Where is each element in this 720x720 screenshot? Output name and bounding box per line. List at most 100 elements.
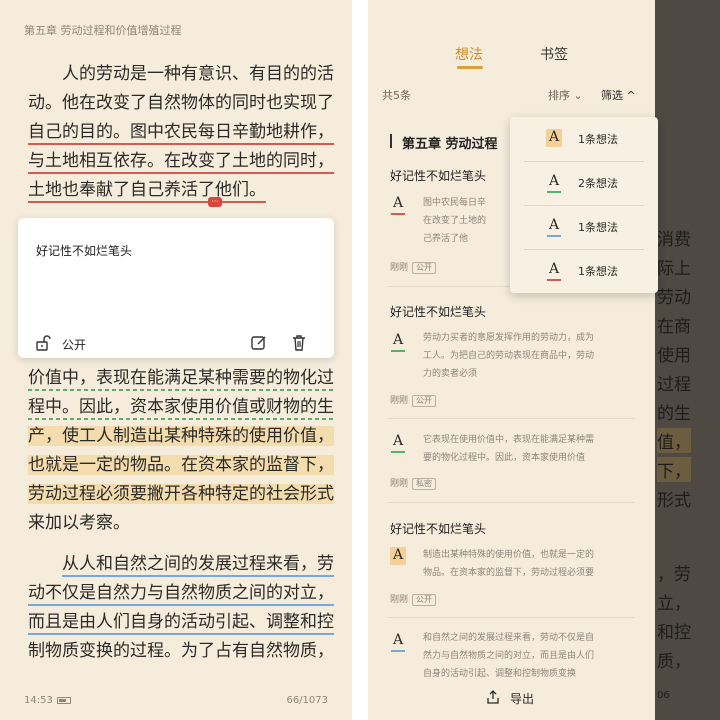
- status-time: 14:53: [24, 695, 71, 706]
- note-title[interactable]: 好记性不如烂笔头: [390, 520, 486, 537]
- note-excerpt[interactable]: 制造出某种特殊的使用价值，也就是一定的 物品。在资本家的监督下，劳动过程必须要: [423, 546, 635, 582]
- trash-icon[interactable]: [290, 334, 308, 352]
- notes-panel: 想法 书签 共5条 排序 ⌄ 筛选 ^ 第五章 劳动过程 好记性不如烂笔头 A …: [368, 0, 655, 720]
- background-text: 过程: [657, 375, 691, 395]
- note-meta: 刚刚 私密: [390, 476, 437, 490]
- note-meta: 刚刚 公开: [390, 393, 437, 407]
- note-style-icon: A: [390, 433, 406, 453]
- chevron-up-icon: ^: [626, 89, 636, 102]
- excerpt-line: 和自然之间的发展过程来看，劳动不仅是自: [423, 633, 595, 643]
- text-line: 人的劳动是一种有意识、有目的的活: [62, 64, 334, 84]
- background-text: 质，: [657, 652, 691, 672]
- excerpt-line: 物品。在资本家的监督下，劳动过程必须要: [423, 568, 595, 578]
- note-excerpt[interactable]: 和自然之间的发展过程来看，劳动不仅是自 然力与自然物质之间的对立，而且是由人们 …: [423, 629, 635, 683]
- underlined-text[interactable]: 自己的目的。图中农民每日辛勤地耕作，: [28, 122, 334, 145]
- underlined-text[interactable]: 价值中，表现在能满足某种需要的物化过: [28, 368, 334, 391]
- paragraph-2[interactable]: 价值中，表现在能满足某种需要的物化过 程中。因此，资本家使用价值或财物的生 产，…: [28, 364, 334, 538]
- export-icon: [487, 690, 499, 704]
- text-line: 土地也奉献了自己养活了他们。: [28, 176, 328, 205]
- visibility-label[interactable]: 公开: [62, 336, 86, 353]
- note-excerpt[interactable]: 它表现在使用价值中，表现在能满足某种需 要的物化过程中。因此，资本家使用价值: [423, 431, 635, 467]
- note-time: 刚刚: [390, 263, 409, 273]
- style-blue-underline-icon: A: [546, 217, 562, 237]
- filter-option-label: 1条想法: [578, 265, 618, 278]
- filter-option-label: 1条想法: [578, 133, 618, 146]
- chevron-down-icon: ⌄: [573, 89, 583, 102]
- style-highlight-icon: A: [546, 129, 562, 147]
- filter-option[interactable]: A 2条想法: [510, 161, 658, 205]
- filter-label: 筛选: [601, 89, 623, 102]
- export-label: 导出: [510, 692, 535, 706]
- text-line: 自己的目的。图中农民每日辛勤地耕作，: [28, 118, 334, 147]
- chapter-header: 第五章 劳动过程和价值增殖过程: [24, 24, 182, 37]
- divider: [388, 502, 635, 503]
- note-title[interactable]: 好记性不如烂笔头: [390, 303, 486, 320]
- filter-option[interactable]: A 1条想法: [510, 249, 658, 293]
- filter-dropdown: A 1条想法 A 2条想法 A 1条想法 A 1条想法: [510, 117, 658, 293]
- page-indicator: 66/1073: [286, 695, 328, 706]
- text-line: 劳动过程必须要撇开各种特定的社会形式: [28, 480, 334, 509]
- privacy-tag: 公开: [412, 395, 437, 407]
- sort-label: 排序: [548, 89, 570, 102]
- underlined-text[interactable]: 程中。因此，资本家使用价值或财物的生: [28, 397, 334, 420]
- background-text: 使用: [657, 346, 691, 366]
- background-text: 的生: [657, 404, 691, 424]
- notes-count: 共5条: [382, 89, 411, 102]
- underlined-text[interactable]: 从人和自然之间的发展过程来看，劳: [62, 554, 334, 577]
- text-line: 动。他在改变了自然物体的同时也实现了: [28, 93, 334, 113]
- notes-screen: 消费 际上 劳动 在商 使用 过程 的生 值， 下， 形式 ，劳 立， 和控 质…: [368, 0, 720, 720]
- filter-option[interactable]: A 1条想法: [510, 205, 658, 249]
- style-red-underline-icon: A: [546, 261, 562, 281]
- tab-bookmarks[interactable]: 书签: [540, 44, 568, 64]
- highlighted-text[interactable]: 也就是一定的物品。在资本家的监督下，: [28, 455, 334, 475]
- edit-icon[interactable]: [250, 334, 268, 352]
- note-style-icon: A: [390, 332, 406, 352]
- background-text: 下，: [657, 457, 691, 482]
- text-line: 价值中，表现在能满足某种需要的物化过: [28, 364, 334, 393]
- text-line: 程中。因此，资本家使用价值或财物的生: [28, 393, 334, 422]
- paragraph-1[interactable]: 人的劳动是一种有意识、有目的的活 动。他在改变了自然物体的同时也实现了 自己的目…: [28, 60, 334, 205]
- note-meta: 刚刚 公开: [390, 260, 437, 274]
- text-line: 也就是一定的物品。在资本家的监督下，: [28, 451, 334, 480]
- time-text: 14:53: [24, 695, 53, 706]
- note-text[interactable]: 好记性不如烂笔头: [36, 242, 132, 259]
- underlined-text[interactable]: 而且是由人们自身的活动引起、调整和控: [28, 612, 334, 635]
- filter-option-label: 1条想法: [578, 221, 618, 234]
- text-line: 产，使工人制造出某种特殊的使用价值，: [28, 422, 334, 451]
- text-line: 来加以考察。: [28, 513, 130, 533]
- background-text: 值，: [657, 428, 691, 453]
- note-title[interactable]: 好记性不如烂笔头: [390, 167, 486, 184]
- text-line: 与土地相互依存。在改变了土地的同时，: [28, 147, 334, 176]
- background-page-number: 06: [657, 690, 670, 701]
- highlighted-text[interactable]: 劳动过程必须要撇开各种特定的社会形式: [28, 484, 334, 504]
- text-line: 从人和自然之间的发展过程来看，劳: [28, 550, 334, 579]
- underlined-text[interactable]: 动不仅是自然力与自然物质之间的对立，: [28, 583, 334, 606]
- style-wavy-green-icon: A: [546, 173, 562, 193]
- paragraph-3[interactable]: 从人和自然之间的发展过程来看，劳 动不仅是自然力与自然物质之间的对立， 而且是由…: [28, 550, 334, 666]
- note-time: 刚刚: [390, 396, 409, 406]
- section-marker: [390, 134, 392, 148]
- note-excerpt[interactable]: 劳动力买者的意愿发挥作用的劳动力，成为 工人。为把自己的劳动表现在商品中，劳动 …: [423, 329, 635, 383]
- filter-option-label: 2条想法: [578, 177, 618, 190]
- filter-button[interactable]: 筛选 ^: [601, 87, 636, 103]
- tab-thoughts[interactable]: 想法: [455, 44, 483, 64]
- excerpt-line: 自身的活动引起、调整和控制物质变换: [423, 669, 577, 679]
- note-style-icon: A: [390, 632, 406, 652]
- note-marker[interactable]: ···: [208, 197, 222, 207]
- text-line: 而且是由人们自身的活动引起、调整和控: [28, 608, 334, 637]
- privacy-tag: 私密: [412, 478, 437, 490]
- highlighted-text[interactable]: 产，使工人制造出某种特殊的使用价值，: [28, 426, 334, 446]
- section-title: 第五章 劳动过程: [402, 137, 498, 152]
- divider: [388, 418, 635, 419]
- sort-button[interactable]: 排序 ⌄: [548, 87, 583, 103]
- note-time: 刚刚: [390, 479, 409, 489]
- underlined-text[interactable]: 与土地相互依存。在改变了土地的同时，: [28, 151, 334, 174]
- unlock-icon[interactable]: [34, 334, 52, 352]
- note-style-icon: A: [390, 195, 406, 215]
- filter-option[interactable]: A 1条想法: [510, 117, 658, 161]
- screenshot-stage: 第五章 劳动过程和价值增殖过程 人的劳动是一种有意识、有目的的活 动。他在改变了…: [0, 0, 720, 720]
- underlined-text[interactable]: 土地也奉献了自己养活了他们。: [28, 180, 266, 203]
- reader-screen: 第五章 劳动过程和价值增殖过程 人的劳动是一种有意识、有目的的活 动。他在改变了…: [0, 0, 352, 720]
- text-line: 动不仅是自然力与自然物质之间的对立，: [28, 579, 334, 608]
- battery-icon: [56, 696, 71, 704]
